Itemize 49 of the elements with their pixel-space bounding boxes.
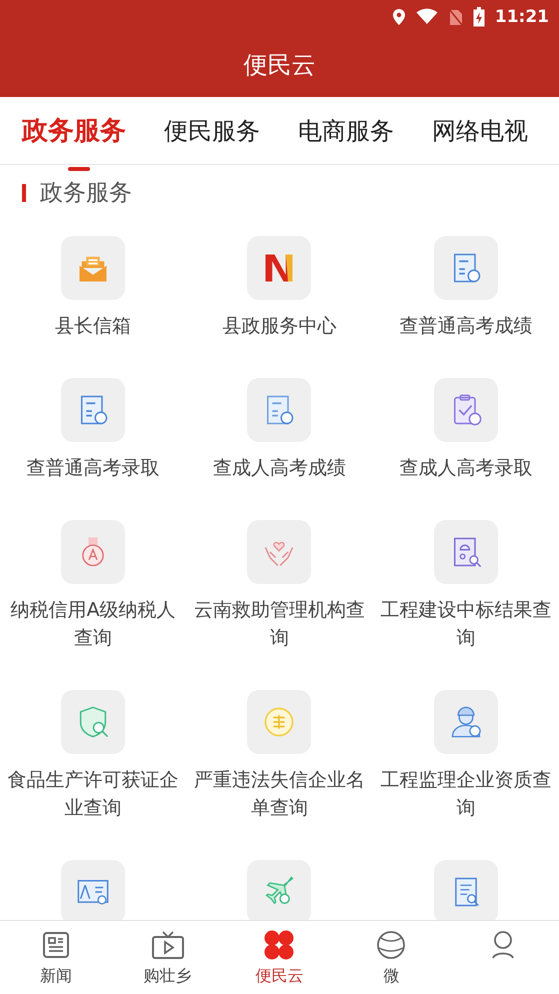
service-label: 查普通高考成绩 (398, 314, 534, 339)
service-tile[interactable] (61, 378, 126, 442)
service-tile[interactable] (434, 236, 498, 300)
nav-label[interactable]: 购壮乡 (144, 966, 192, 987)
location-icon (392, 8, 406, 26)
wifi-icon (416, 8, 438, 25)
tab[interactable]: 电商服务 (298, 110, 394, 150)
service-tile[interactable] (434, 378, 498, 442)
clock-time: 11:21 (494, 6, 549, 26)
service-tile[interactable] (247, 520, 312, 584)
service-label: 工程建设中标结果查询 (379, 598, 552, 651)
tab-indicator (68, 166, 90, 170)
no-sim-icon (448, 8, 463, 26)
service-tile[interactable] (247, 690, 312, 754)
person-icon[interactable] (491, 930, 516, 960)
service-label: 工程监理企业资质查询 (379, 768, 552, 821)
battery-icon (472, 6, 485, 26)
tab[interactable]: 网络电视 (432, 110, 528, 150)
service-label: 县政服务中心 (221, 314, 338, 339)
service-tile[interactable] (434, 860, 498, 920)
newspaper-icon[interactable] (42, 931, 70, 959)
service-tile[interactable] (434, 690, 498, 754)
globe-icon[interactable] (376, 930, 406, 960)
screen-title: 便民云 (244, 50, 316, 81)
service-tile[interactable] (61, 520, 126, 584)
service-tile[interactable] (61, 860, 126, 920)
tab[interactable]: 便民服务 (164, 110, 260, 150)
service-tile[interactable] (247, 860, 312, 920)
service-tile[interactable] (61, 690, 126, 754)
service-label: 严重违法失信企业名单查询 (192, 768, 366, 821)
section-title: 政务服务 (40, 179, 132, 208)
service-label: 县长信箱 (54, 314, 132, 339)
nav-label[interactable]: 新闻 (40, 966, 72, 987)
nav-label[interactable]: 便民云 (255, 966, 304, 987)
service-label: 食品生产许可获证企业查询 (6, 768, 180, 821)
service-label: 云南救助管理机构查询 (192, 598, 366, 651)
service-tile[interactable] (434, 520, 498, 584)
section-marker (22, 184, 26, 202)
tab[interactable]: 政务服务 (22, 110, 126, 150)
nav-label[interactable]: 微 (383, 966, 400, 987)
service-label: 查成人高考成绩 (212, 456, 347, 481)
service-tile[interactable] (247, 236, 312, 300)
tv-icon[interactable] (150, 930, 185, 960)
service-tile[interactable] (61, 236, 126, 300)
service-label: 查普通高考录取 (26, 456, 161, 481)
service-tile[interactable] (247, 378, 312, 442)
service-label: 纳税信用A级纳税人查询 (10, 598, 177, 651)
clover-icon[interactable] (264, 930, 294, 960)
service-label: 查成人高考录取 (398, 456, 534, 481)
